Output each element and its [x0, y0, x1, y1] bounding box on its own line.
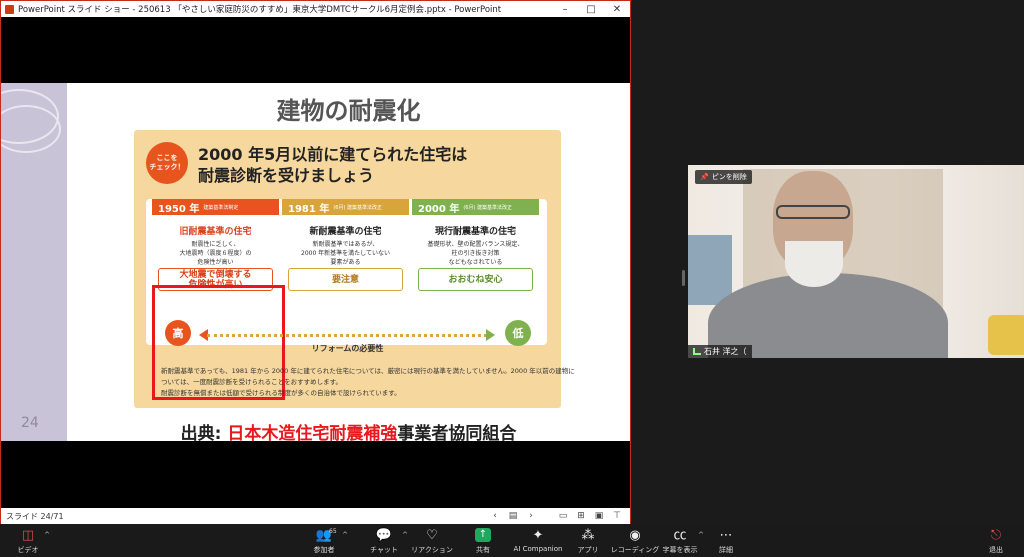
apps-label: アプリ — [577, 546, 599, 554]
column-name: 旧耐震基準の住宅 — [179, 227, 252, 237]
notes-icon[interactable]: ▤ — [504, 511, 522, 521]
signal-icon — [693, 348, 701, 355]
column-year: 1950 年 — [158, 203, 200, 215]
video-button[interactable]: ◫ ビデオ ^ — [0, 528, 56, 555]
ai-companion-button[interactable]: ✦ AI Companion — [508, 528, 568, 553]
leave-button[interactable]: ⎋ 退出 — [968, 528, 1024, 555]
chat-label: チャット — [370, 546, 398, 554]
ai-label: AI Companion — [513, 545, 563, 553]
powerpoint-titlebar: PowerPoint スライド ショー - 250613 「やさしい家庭防災のす… — [1, 1, 630, 17]
more-button[interactable]: ⋯ 詳細 — [698, 528, 754, 555]
column-subtitle: (6月) 建築基準法改正 — [463, 204, 513, 211]
minimize-button[interactable]: – — [552, 4, 578, 15]
column-header: 1981 年 (6月) 建築基準法改正 — [282, 199, 409, 215]
powerpoint-slideshow-window: PowerPoint スライド ショー - 250613 「やさしい家庭防災のす… — [0, 0, 631, 524]
headline-line-2: 耐震診断を受けましょう — [198, 166, 375, 185]
zoom-meeting-screen: PowerPoint スライド ショー - 250613 「やさしい家庭防災のす… — [0, 0, 1024, 557]
reaction-label: リアクション — [411, 546, 453, 554]
video-pillow — [988, 315, 1024, 355]
more-icon: ⋯ — [719, 528, 733, 543]
standard-column-2000: 2000 年 (6月) 建築基準法改正 現行耐震基準の住宅 基礎形状、壁の配置バ… — [412, 199, 539, 309]
slide-left-decoration — [1, 83, 67, 441]
slideshow-view-icon[interactable]: ⊤ — [608, 511, 626, 521]
unpin-button[interactable]: 📌 ピンを削除 — [695, 170, 752, 184]
reading-view-icon[interactable]: ▣ — [590, 511, 608, 521]
unpin-label: ピンを削除 — [711, 173, 747, 181]
participant-glasses — [776, 205, 850, 219]
window-title: PowerPoint スライド ショー - 250613 「やさしい家庭防災のす… — [18, 5, 502, 15]
column-name: 現行耐震基準の住宅 — [434, 227, 516, 237]
chevron-up-icon[interactable]: ^ — [44, 531, 50, 539]
column-subtitle: 建築基準法制定 — [203, 204, 239, 211]
slide-sorter-icon[interactable]: ⊞ — [572, 511, 590, 521]
participant-name: 石井 洋之（ — [704, 347, 747, 356]
info-headline: 2000 年5月以前に建てられた住宅は 耐震診断を受けましょう — [198, 144, 558, 186]
share-label: 共有 — [476, 546, 490, 554]
video-left-object — [688, 235, 732, 305]
powerpoint-icon — [5, 4, 14, 14]
source-prefix: 出典 — [180, 424, 215, 441]
normal-view-icon[interactable]: ▭ — [554, 511, 572, 521]
column-tag: 要注意 — [288, 268, 403, 291]
scale-label: リフォームの必要性 — [311, 344, 384, 353]
arrow-right-head — [486, 329, 495, 341]
slide[interactable]: 24 建物の耐震化 ここを チェック！ 2000 年5月以前に建てられた住宅は … — [1, 83, 630, 441]
share-icon: ↑ — [475, 528, 491, 542]
leave-icon: ⎋ — [990, 528, 1002, 543]
meeting-toolbar: ◫ ビデオ ^ 👥 65 参加者 ^ 💬 チャット ^ ♡ リアクション ↑ 共… — [0, 524, 1024, 557]
column-description: 基礎形状、壁の配置バランス規定、 柱の引き抜き対策 などもなされている — [427, 241, 524, 266]
chevron-right-icon[interactable]: › — [522, 511, 540, 521]
slide-counter: スライド 24/71 — [6, 511, 64, 521]
reaction-button[interactable]: ♡ リアクション — [404, 528, 460, 555]
slide-title: 建物の耐震化 — [276, 97, 421, 125]
video-label: ビデオ — [17, 546, 39, 554]
heart-icon: ♡ — [426, 528, 438, 543]
captions-label: 字幕を表示 — [662, 546, 698, 554]
participants-count: 65 — [329, 528, 337, 535]
source-highlight: 日本木造住宅耐震補強 — [227, 424, 398, 441]
pin-icon: 📌 — [700, 173, 709, 181]
column-header: 1950 年 建築基準法制定 — [152, 199, 279, 215]
powerpoint-statusbar: スライド 24/71 ‹ ▤ › ▭ ⊞ ▣ ⊤ — [1, 508, 630, 524]
column-year: 2000 年 — [418, 203, 460, 215]
scale-arrow-line — [207, 334, 487, 337]
maximize-button[interactable]: □ — [578, 4, 604, 15]
chevron-left-icon[interactable]: ‹ — [486, 511, 504, 521]
participant-video-tile[interactable]: 📌 ピンを削除 石井 洋之（ — [688, 165, 1024, 358]
check-badge: ここを チェック！ — [146, 142, 188, 184]
participants-label: 参加者 — [313, 546, 335, 554]
column-description: 新耐震基準ではあるが、 2000 年新基準を満たしていない 要素がある — [301, 241, 390, 266]
standard-column-1981: 1981 年 (6月) 建築基準法改正 新耐震基準の住宅 新耐震基準ではあるが、… — [282, 199, 409, 309]
more-label: 詳細 — [719, 546, 733, 554]
source-colon: : — [214, 424, 222, 441]
column-name: 新耐震基準の住宅 — [309, 227, 382, 237]
headline-line-1: 2000 年5月以前に建てられた住宅は — [198, 145, 468, 164]
slide-number: 24 — [21, 415, 39, 431]
column-header: 2000 年 (6月) 建築基準法改正 — [412, 199, 539, 215]
sparkle-icon: ✦ — [532, 528, 544, 543]
column-description: 耐震性に乏しく、 大地震時（震度６程度）の 危険性が高い — [179, 241, 252, 266]
splitter-handle[interactable] — [682, 270, 685, 286]
column-subtitle: (6月) 建築基準法改正 — [333, 204, 383, 211]
column-year: 1981 年 — [288, 203, 330, 215]
column-tag: おおむね安心 — [418, 268, 533, 291]
leave-label: 退出 — [989, 546, 1003, 554]
participant-beard — [785, 241, 843, 287]
slide-footnote: 新耐震基準であっても、1981 年から 2000 年に建てられた住宅については、… — [161, 367, 575, 397]
participants-button[interactable]: 👥 65 参加者 ^ — [296, 528, 352, 555]
share-button[interactable]: ↑ 共有 — [455, 528, 511, 555]
participant-name-tag: 石井 洋之（ — [688, 345, 752, 358]
source-rest: 事業者協同組合 — [397, 424, 517, 441]
close-button[interactable]: ✕ — [604, 4, 630, 15]
decoration-ring — [1, 105, 61, 153]
chevron-up-icon[interactable]: ^ — [342, 531, 348, 539]
slide-source: 出典: 日本木造住宅耐震補強事業者協同組合 — [67, 419, 630, 441]
